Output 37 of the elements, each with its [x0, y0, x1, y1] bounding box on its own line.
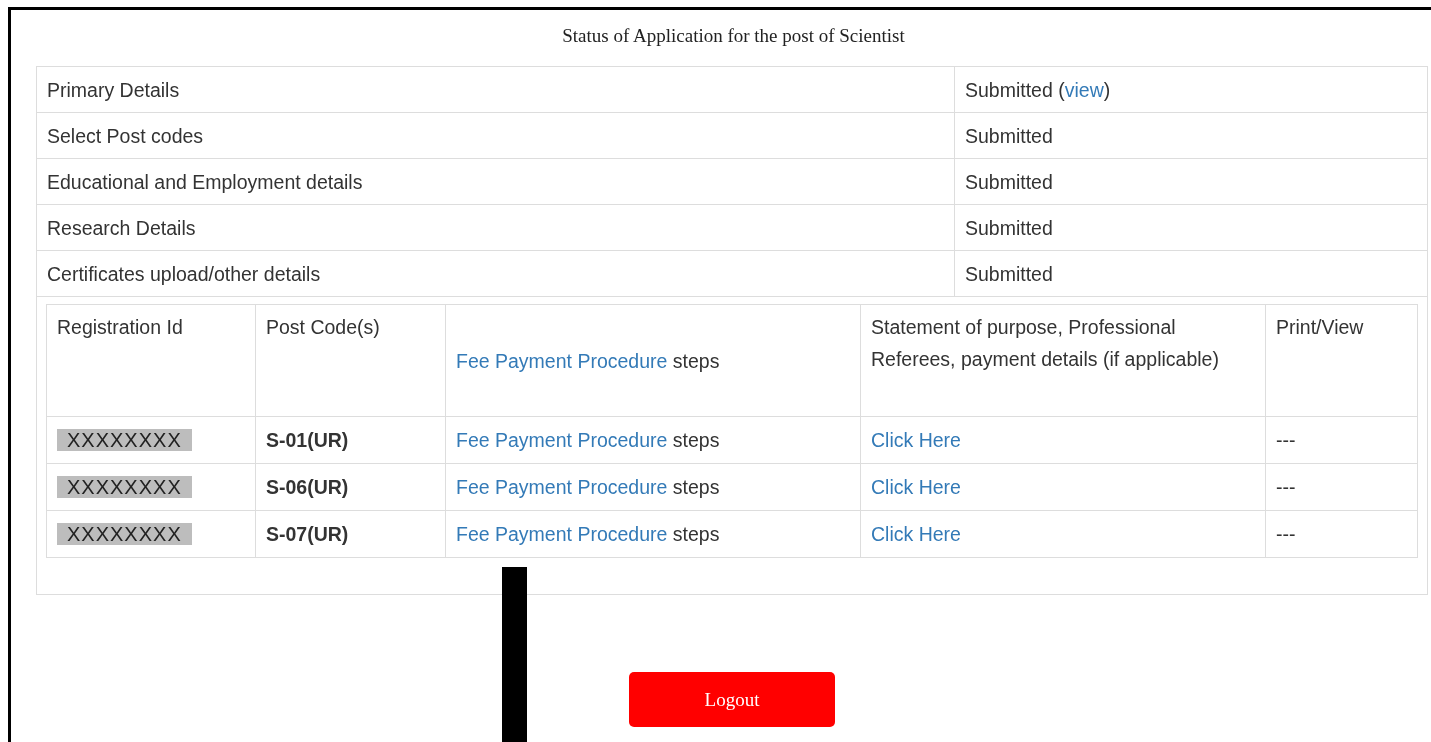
section-name: Certificates upload/other details — [36, 250, 955, 297]
section-status: Submitted — [954, 250, 1428, 297]
table-cell: --- — [1265, 510, 1418, 558]
table-cell: --- — [1265, 416, 1418, 464]
logout-button[interactable]: Logout — [629, 672, 835, 727]
section-status: Submitted — [954, 158, 1428, 205]
column-header: Print/View — [1265, 304, 1418, 417]
section-name: Research Details — [36, 204, 955, 251]
column-header: Post Code(s) — [255, 304, 446, 417]
link[interactable]: Fee Payment Procedure — [456, 349, 668, 372]
section-name: Primary Details — [36, 66, 955, 113]
link[interactable]: Click Here — [871, 523, 961, 545]
section-name: Select Post codes — [36, 112, 955, 159]
table-cell: Fee Payment Procedure steps — [445, 416, 861, 464]
section-name: Educational and Employment details — [36, 158, 955, 205]
link[interactable]: Click Here — [871, 429, 961, 451]
column-header: Fee Payment Procedure steps — [445, 304, 861, 417]
column-header: Registration Id — [46, 304, 256, 417]
post-code: S-01(UR) — [255, 416, 446, 464]
registration-id: XXXXXXXX — [57, 429, 192, 451]
link[interactable]: view — [1064, 78, 1104, 101]
section-status: Submitted (view) — [954, 66, 1428, 113]
link[interactable]: Fee Payment Procedure — [456, 523, 668, 545]
registration-id: XXXXXXXX — [57, 523, 192, 545]
column-header: Statement of purpose, Professional Referees, payment details (if applicable) — [860, 304, 1266, 417]
link[interactable]: Fee Payment Procedure — [456, 476, 668, 498]
section-status: Submitted — [954, 204, 1428, 251]
page-title: Status of Application for the post of Scientist — [561, 25, 906, 48]
section-status: Submitted — [954, 112, 1428, 159]
table-cell: --- — [1265, 463, 1418, 511]
post-code: S-06(UR) — [255, 463, 446, 511]
table-cell: Fee Payment Procedure steps — [445, 463, 861, 511]
link[interactable]: Click Here — [871, 476, 961, 498]
post-code: S-07(UR) — [255, 510, 446, 558]
link[interactable]: Fee Payment Procedure — [456, 429, 668, 451]
table-cell: Fee Payment Procedure steps — [445, 510, 861, 558]
registration-id: XXXXXXXX — [57, 476, 192, 498]
